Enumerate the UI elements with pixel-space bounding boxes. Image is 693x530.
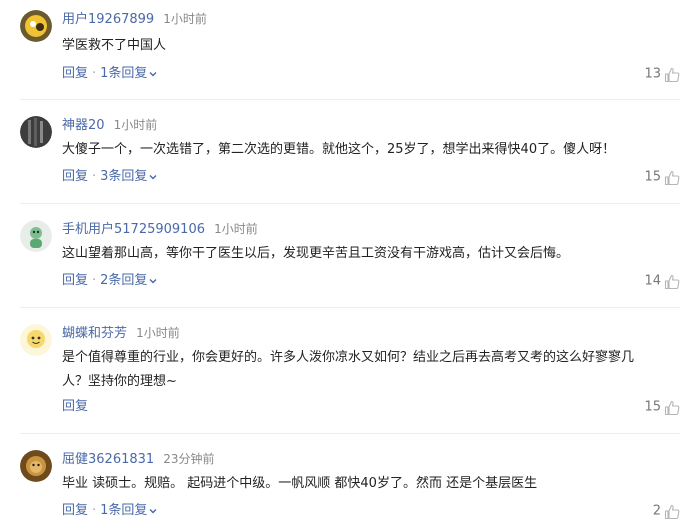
replies-toggle[interactable]: 3条回复: [100, 169, 157, 184]
reply-button[interactable]: 回复: [62, 169, 88, 184]
divider: [20, 307, 680, 308]
replies-toggle[interactable]: 1条回复: [100, 66, 157, 81]
like-count: 14: [644, 273, 661, 289]
timestamp: 23分钟前: [163, 452, 215, 466]
comment-text: 是个值得尊重的行业，你会更好的。许多人泼你凉水又如何？结业之后再去高考又考的这么…: [62, 346, 672, 394]
like-control[interactable]: 13: [600, 64, 680, 84]
thumbs-up-icon: [664, 274, 680, 289]
chevron-down-icon: [149, 174, 157, 179]
reply-button[interactable]: 回复: [62, 399, 88, 414]
timestamp: 1小时前: [163, 12, 207, 26]
like-count: 15: [644, 399, 661, 415]
comment-meta: 手机用户51725909106 1小时前: [62, 218, 258, 238]
comment-actions: 回复 · 3条回复: [62, 167, 157, 187]
like-control[interactable]: 2: [600, 501, 680, 521]
like-count: 15: [644, 169, 661, 185]
like-control[interactable]: 15: [600, 167, 680, 187]
comment-actions: 回复: [62, 397, 88, 417]
thumbs-up-icon: [664, 170, 680, 185]
username[interactable]: 用户19267899: [62, 12, 154, 27]
avatar-image: [20, 450, 52, 482]
thumbs-up-icon: [664, 400, 680, 415]
avatar[interactable]: [20, 10, 52, 42]
chevron-down-icon: [149, 278, 157, 283]
comment-line: 大傻子一个，一次选错了，第二次选的更错。就他这个，25岁了，想学出来得快40了。…: [62, 142, 616, 157]
divider: [20, 203, 680, 204]
comment-actions: 回复 · 1条回复: [62, 64, 157, 84]
like-control[interactable]: 15: [600, 397, 680, 417]
comment-text: 这山望着那山高，等你干了医生以后，发现更辛苦且工资没有干游戏高，估计又会后悔。: [62, 242, 672, 266]
avatar-image: [20, 220, 52, 252]
like-count: 13: [644, 66, 661, 82]
username[interactable]: 神器20: [62, 118, 105, 133]
replies-count: 2条回复: [100, 273, 148, 288]
avatar-image: [20, 116, 52, 148]
thumbs-up-icon: [664, 504, 680, 519]
comment-meta: 屈健36261831 23分钟前: [62, 448, 215, 468]
reply-button[interactable]: 回复: [62, 66, 88, 81]
like-count: 2: [652, 503, 661, 519]
replies-count: 1条回复: [100, 503, 148, 518]
comment-meta: 用户19267899 1小时前: [62, 8, 207, 28]
action-separator: ·: [92, 169, 97, 184]
avatar-image: [20, 10, 52, 42]
timestamp: 1小时前: [136, 326, 180, 340]
avatar[interactable]: [20, 450, 52, 482]
replies-count: 1条回复: [100, 66, 148, 81]
replies-toggle[interactable]: 2条回复: [100, 273, 157, 288]
timestamp: 1小时前: [113, 118, 158, 132]
action-separator: ·: [92, 273, 97, 288]
replies-count: 3条回复: [100, 169, 148, 184]
avatar-image: [20, 324, 52, 356]
chevron-down-icon: [149, 508, 157, 513]
action-separator: ·: [92, 503, 97, 518]
comment-text: 大傻子一个，一次选错了，第二次选的更错。就他这个，25岁了，想学出来得快40了。…: [62, 138, 672, 162]
replies-toggle[interactable]: 1条回复: [100, 503, 157, 518]
reply-button[interactable]: 回复: [62, 273, 88, 288]
action-separator: ·: [92, 66, 97, 81]
avatar[interactable]: [20, 324, 52, 356]
comment-line: 学医救不了中国人: [62, 38, 167, 53]
avatar[interactable]: [20, 220, 52, 252]
comment-line: 毕业 读硕士。规赔。 起码进个中级。一帆风顺 都快40岁了。然而 还是个基层医生: [62, 476, 538, 491]
username[interactable]: 蝴蝶和芬芳: [62, 326, 127, 341]
chevron-down-icon: [149, 71, 157, 76]
comment-line: 是个值得尊重的行业，你会更好的。许多人泼你凉水又如何？结业之后再去高考又考的这么…: [62, 350, 635, 365]
thumbs-up-icon: [664, 67, 680, 82]
comment-actions: 回复 · 1条回复: [62, 501, 157, 521]
comment-line: 人？坚持你的理想~: [62, 374, 177, 389]
comment-text: 学医救不了中国人: [62, 34, 672, 58]
timestamp: 1小时前: [214, 222, 258, 236]
comment-text: 毕业 读硕士。规赔。 起码进个中级。一帆风顺 都快40岁了。然而 还是个基层医生: [62, 472, 672, 496]
username[interactable]: 屈健36261831: [62, 452, 154, 467]
divider: [20, 99, 680, 100]
comment-meta: 神器20 1小时前: [62, 114, 157, 134]
comment-meta: 蝴蝶和芬芳 1小时前: [62, 322, 180, 342]
like-control[interactable]: 14: [600, 271, 680, 291]
username[interactable]: 手机用户51725909106: [62, 222, 205, 237]
comment-actions: 回复 · 2条回复: [62, 271, 157, 291]
avatar[interactable]: [20, 116, 52, 148]
reply-button[interactable]: 回复: [62, 503, 88, 518]
comment-line: 这山望着那山高，等你干了医生以后，发现更辛苦且工资没有干游戏高，估计又会后悔。: [62, 246, 570, 261]
divider: [20, 433, 680, 434]
